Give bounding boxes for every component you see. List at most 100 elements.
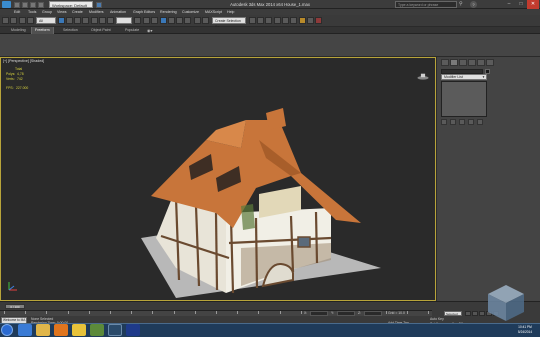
command-panel: Modifier List ▼ [436, 57, 540, 301]
utilities-icon[interactable] [486, 59, 494, 66]
named-selection-set-dropdown[interactable]: Create Selection Se [212, 17, 246, 29]
material-editor-icon[interactable] [290, 17, 297, 24]
edit-named-selection-icon[interactable] [194, 17, 201, 24]
modify-icon[interactable] [450, 59, 458, 66]
hierarchy-icon[interactable] [459, 59, 467, 66]
modifier-stack[interactable] [441, 81, 487, 117]
chrome-icon[interactable] [72, 324, 86, 336]
z-coord-field[interactable] [364, 311, 382, 316]
help-icon[interactable]: ? [470, 1, 477, 8]
timeline-tick [279, 311, 281, 314]
undo-icon[interactable] [38, 1, 44, 8]
house-window [297, 236, 311, 248]
save-file-icon[interactable] [30, 1, 36, 8]
start-button[interactable] [1, 324, 13, 336]
viewcube-home-icon[interactable] [414, 73, 432, 80]
configure-modifier-sets-icon[interactable] [477, 119, 483, 125]
reference-coordinate-dropdown[interactable] [116, 17, 132, 24]
render-setup-icon[interactable] [299, 17, 306, 24]
chevron-down-icon[interactable]: ▼ [481, 75, 486, 79]
show-end-result-icon[interactable] [450, 119, 456, 125]
timeline-tick [428, 311, 429, 314]
pivot-center-icon[interactable] [134, 17, 141, 24]
timeline-tick [152, 311, 154, 314]
keyboard-shortcut-icon[interactable] [151, 17, 158, 24]
timeline-tick [4, 311, 5, 314]
previous-frame-icon[interactable] [472, 311, 478, 316]
ie-icon[interactable] [18, 324, 32, 336]
unlink-icon[interactable] [27, 17, 34, 24]
tab-object-paint[interactable]: Object Paint [88, 27, 114, 34]
select-manipulate-icon[interactable] [143, 17, 150, 24]
tab-modeling[interactable]: Modeling [8, 27, 29, 34]
move-icon[interactable] [91, 17, 98, 24]
y-coord-field[interactable] [337, 311, 355, 316]
motion-icon[interactable] [468, 59, 476, 66]
binoculars-icon[interactable]: ⚲ [459, 1, 467, 8]
window-crossing-icon[interactable] [82, 17, 89, 24]
timeline-tick [216, 311, 217, 314]
new-file-icon[interactable] [14, 1, 20, 8]
render-production-icon[interactable] [315, 17, 322, 24]
house-model-scene[interactable] [1, 58, 435, 300]
go-to-start-icon[interactable] [465, 311, 471, 316]
select-object-icon[interactable] [58, 17, 65, 24]
search-input[interactable]: Type a keyword or phrase [395, 1, 457, 8]
link-icon[interactable] [19, 17, 26, 24]
angle-snap-icon[interactable] [168, 17, 175, 24]
spinner-snap-icon[interactable] [184, 17, 191, 24]
make-unique-icon[interactable] [459, 119, 465, 125]
timeline-tick [194, 311, 196, 314]
snaps-toggle-icon[interactable] [160, 17, 167, 24]
main-toolbar: All Create Selection Se [0, 15, 540, 29]
perspective-viewport[interactable]: [+] [Perspective] [Shaded] Total Polys: … [0, 57, 436, 301]
rendered-frame-window-icon[interactable] [307, 17, 314, 24]
layer-manager-icon[interactable] [257, 17, 264, 24]
3dsmax-icon[interactable] [108, 324, 122, 336]
scale-icon[interactable] [107, 17, 114, 24]
rotate-icon[interactable] [99, 17, 106, 24]
timeline-tick [173, 311, 175, 314]
media-player-icon[interactable] [54, 324, 68, 336]
z-coord-label: Z: [358, 311, 362, 315]
display-icon[interactable] [477, 59, 485, 66]
percent-snap-icon[interactable] [176, 17, 183, 24]
workspace-dropdown[interactable]: Workspace: Default [49, 1, 93, 8]
select-by-name-icon[interactable] [66, 17, 73, 24]
graphite-toggle-icon[interactable] [265, 17, 272, 24]
tab-freeform[interactable]: Freeform [31, 27, 54, 34]
align-icon[interactable] [249, 17, 256, 24]
selection-filter-dropdown[interactable]: All [36, 17, 56, 24]
tab-selection[interactable]: Selection [60, 27, 81, 34]
create-icon[interactable] [441, 59, 449, 66]
mirror-icon[interactable] [202, 17, 209, 24]
minimize-button[interactable]: – [503, 0, 515, 9]
ribbon-options-icon[interactable]: ◉▾ [147, 27, 153, 34]
curve-editor-icon[interactable] [274, 17, 281, 24]
ribbon-tabs: Modeling Freeform Selection Object Paint… [0, 27, 540, 34]
undo-icon[interactable] [2, 17, 9, 24]
photoshop-icon[interactable] [126, 324, 140, 336]
close-button[interactable]: ✕ [527, 0, 539, 9]
selection-region-icon[interactable] [74, 17, 81, 24]
auto-key-label[interactable]: Auto Key [430, 317, 444, 321]
redo-icon[interactable] [10, 17, 17, 24]
time-slider[interactable]: 0 / 100 [5, 304, 25, 309]
x-coord-field[interactable] [310, 311, 328, 316]
explorer-icon[interactable] [36, 324, 50, 336]
pin-stack-icon[interactable] [441, 119, 447, 125]
project-folder-icon[interactable] [96, 1, 102, 8]
clock-date: 5/24/2014 [517, 330, 533, 334]
tab-populate[interactable]: Populate [122, 27, 142, 34]
open-file-icon[interactable] [22, 1, 28, 8]
app-icon[interactable] [90, 324, 104, 336]
3dsmax-app-icon[interactable] [2, 1, 11, 8]
system-clock[interactable]: 10:41 PM 5/24/2014 [512, 325, 538, 335]
selected-dropdown[interactable]: Selected [444, 311, 462, 316]
maximize-button[interactable]: □ [515, 0, 527, 9]
autodesk-cube-logo [488, 285, 524, 321]
timeline-tick [237, 311, 239, 314]
schematic-view-icon[interactable] [282, 17, 289, 24]
remove-modifier-icon[interactable] [468, 119, 474, 125]
axis-tripod-icon [8, 282, 17, 291]
